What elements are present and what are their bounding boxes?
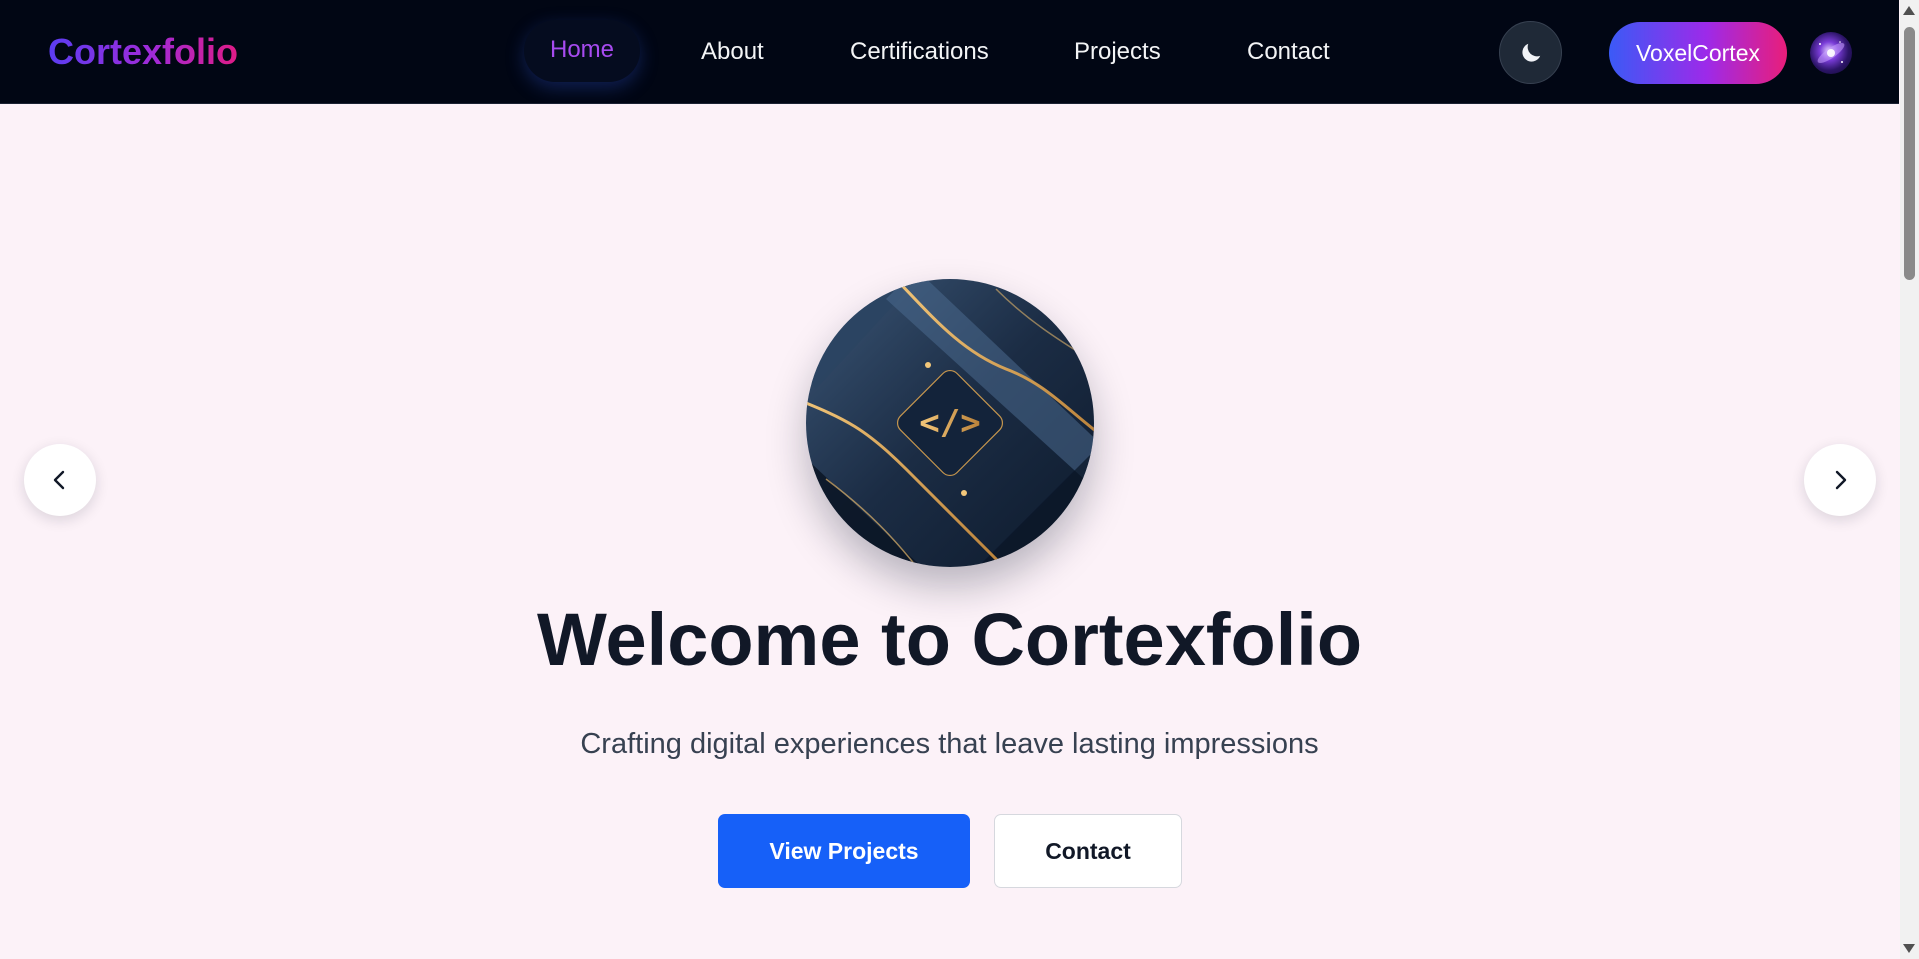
avatar[interactable] xyxy=(1810,32,1852,74)
scroll-down-arrow-icon[interactable] xyxy=(1903,944,1915,953)
circuit-illustration: </> xyxy=(806,279,1094,567)
theme-toggle-button[interactable] xyxy=(1499,21,1562,84)
scroll-up-arrow-icon[interactable] xyxy=(1903,6,1915,15)
contact-button[interactable]: Contact xyxy=(994,814,1182,888)
hero-subtitle: Crafting digital experiences that leave … xyxy=(580,728,1319,760)
moon-icon xyxy=(1521,43,1540,62)
nav-link-home[interactable]: Home xyxy=(524,20,641,82)
code-brackets-icon: </> xyxy=(919,403,980,443)
top-navbar: Cortexfolio Home About Certifications Pr… xyxy=(0,0,1899,104)
nav-link-about[interactable]: About xyxy=(701,34,764,70)
chevron-right-icon xyxy=(1835,470,1847,490)
galaxy-avatar-icon xyxy=(1817,41,1845,64)
scrollbar-thumb[interactable] xyxy=(1904,27,1915,280)
view-projects-button[interactable]: View Projects xyxy=(718,814,970,888)
nav-link-projects[interactable]: Projects xyxy=(1074,34,1161,70)
carousel-next-button[interactable] xyxy=(1804,444,1876,516)
carousel-prev-button[interactable] xyxy=(24,444,96,516)
brand-logo[interactable]: Cortexfolio xyxy=(48,30,238,74)
page-scrollbar[interactable] xyxy=(1900,0,1919,959)
hero-title: Welcome to Cortexfolio xyxy=(536,598,1363,681)
nav-link-certifications[interactable]: Certifications xyxy=(850,34,989,70)
chevron-left-icon xyxy=(53,470,65,490)
hero-image: </> xyxy=(806,279,1094,567)
user-profile-button[interactable]: VoxelCortex xyxy=(1609,22,1787,84)
nav-link-contact[interactable]: Contact xyxy=(1247,34,1330,70)
